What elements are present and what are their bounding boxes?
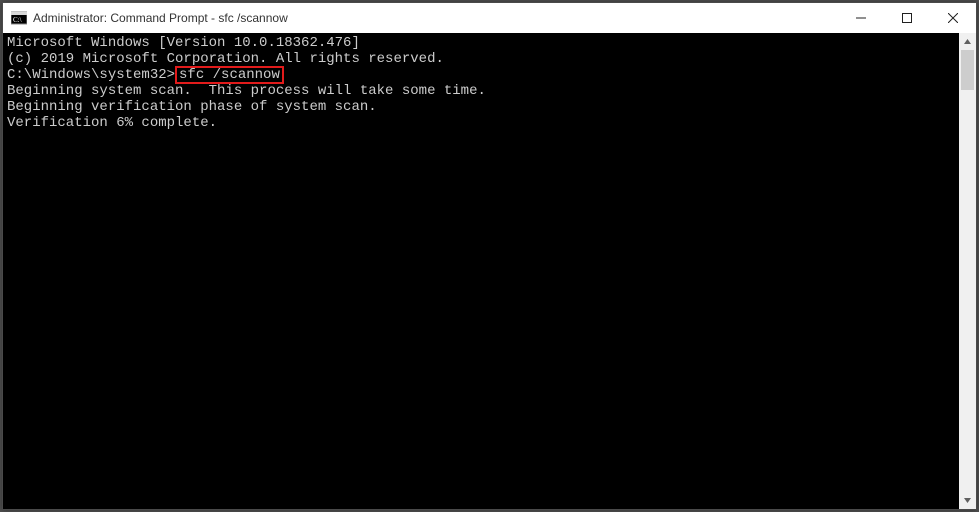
close-button[interactable]	[930, 3, 976, 33]
window-title: Administrator: Command Prompt - sfc /sca…	[33, 11, 288, 25]
output-line: Beginning verification phase of system s…	[7, 99, 955, 115]
prompt-text: C:\Windows\system32>	[7, 67, 175, 83]
output-line: Verification 6% complete.	[7, 115, 955, 131]
titlebar[interactable]: C:\ Administrator: Command Prompt - sfc …	[3, 3, 976, 33]
prompt-line: C:\Windows\system32>sfc /scannow	[7, 67, 955, 83]
command-prompt-window: C:\ Administrator: Command Prompt - sfc …	[2, 2, 977, 510]
scroll-up-button[interactable]	[959, 33, 976, 50]
output-line: Microsoft Windows [Version 10.0.18362.47…	[7, 35, 955, 51]
output-line: (c) 2019 Microsoft Corporation. All righ…	[7, 51, 955, 67]
client-area: Microsoft Windows [Version 10.0.18362.47…	[3, 33, 976, 509]
scroll-track[interactable]	[959, 50, 976, 492]
maximize-button[interactable]	[884, 3, 930, 33]
svg-text:C:\: C:\	[13, 16, 22, 24]
cmd-icon: C:\	[11, 10, 27, 26]
scroll-thumb[interactable]	[961, 50, 974, 90]
terminal-output[interactable]: Microsoft Windows [Version 10.0.18362.47…	[3, 33, 959, 509]
output-line: Beginning system scan. This process will…	[7, 83, 955, 99]
minimize-button[interactable]	[838, 3, 884, 33]
highlighted-command: sfc /scannow	[175, 66, 284, 84]
vertical-scrollbar[interactable]	[959, 33, 976, 509]
scroll-down-button[interactable]	[959, 492, 976, 509]
